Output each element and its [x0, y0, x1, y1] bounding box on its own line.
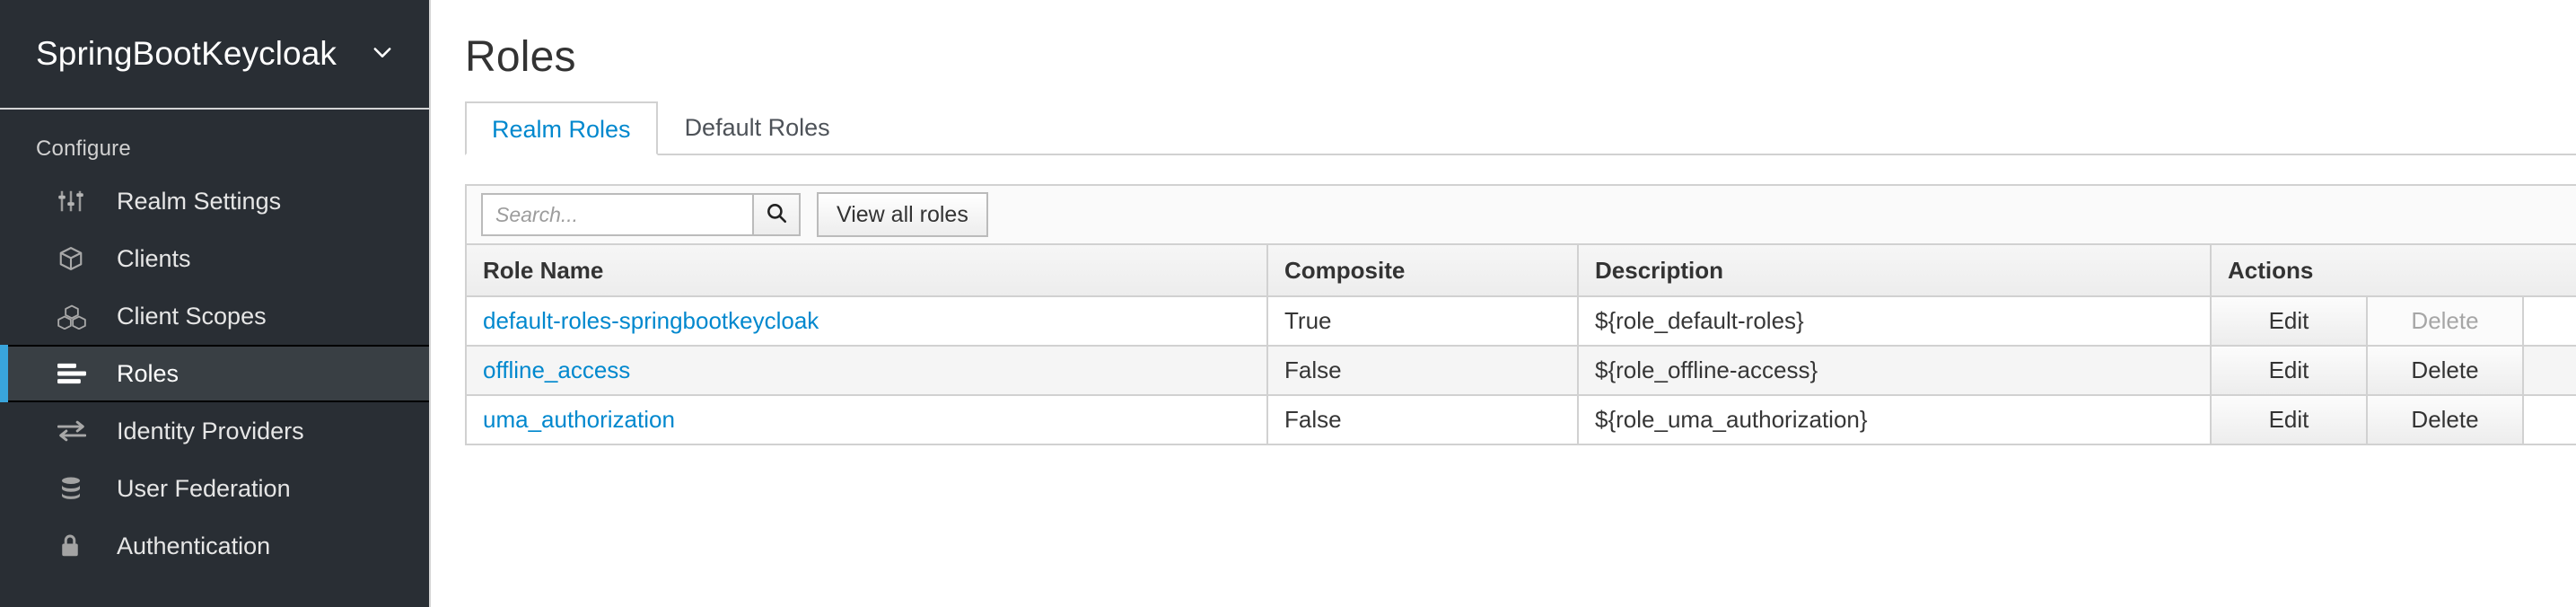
- cell-role-name: offline_access: [466, 346, 1267, 395]
- cubes-icon: [57, 303, 93, 330]
- exchange-arrows-icon: [57, 419, 93, 443]
- cell-actions: Edit Delete: [2211, 296, 2576, 346]
- cell-composite: True: [1267, 296, 1578, 346]
- column-header-actions: Actions: [2211, 244, 2576, 296]
- roles-table: Role Name Composite Description Actions …: [465, 243, 2576, 445]
- sidebar-item-label: Identity Providers: [117, 418, 304, 445]
- delete-button[interactable]: Delete: [2368, 347, 2524, 394]
- table-body: default-roles-springbootkeycloak True ${…: [466, 296, 2576, 444]
- sidebar: SpringBootKeycloak Configure Realm Setti…: [0, 0, 429, 607]
- column-header-composite[interactable]: Composite: [1267, 244, 1578, 296]
- lock-icon: [57, 532, 93, 559]
- cell-description: ${role_uma_authorization}: [1578, 395, 2211, 444]
- role-name-link[interactable]: uma_authorization: [483, 406, 675, 433]
- role-name-link[interactable]: default-roles-springbootkeycloak: [483, 307, 819, 334]
- sidebar-item-label: Authentication: [117, 532, 270, 560]
- role-name-link[interactable]: offline_access: [483, 356, 630, 383]
- sidebar-item-label: Client Scopes: [117, 303, 267, 330]
- column-header-description[interactable]: Description: [1578, 244, 2211, 296]
- tab-default-roles[interactable]: Default Roles: [658, 100, 857, 154]
- database-icon: [57, 475, 93, 502]
- table-header-row: Role Name Composite Description Actions: [466, 244, 2576, 296]
- sidebar-item-identity-providers[interactable]: Identity Providers: [0, 402, 429, 460]
- column-header-role-name[interactable]: Role Name: [466, 244, 1267, 296]
- main-content: Roles Realm Roles Default Roles View all…: [429, 0, 2576, 607]
- table-row: default-roles-springbootkeycloak True ${…: [466, 296, 2576, 346]
- cell-actions: Edit Delete: [2211, 346, 2576, 395]
- search-icon: [765, 201, 788, 229]
- realm-name: SpringBootKeycloak: [36, 35, 337, 73]
- cell-description: ${role_offline-access}: [1578, 346, 2211, 395]
- search-button[interactable]: [752, 193, 801, 236]
- cell-role-name: default-roles-springbootkeycloak: [466, 296, 1267, 346]
- table-row: offline_access False ${role_offline-acce…: [466, 346, 2576, 395]
- actions-group: Edit Delete: [2212, 297, 2576, 345]
- page-title: Roles: [465, 32, 2576, 82]
- sidebar-item-clients[interactable]: Clients: [0, 230, 429, 287]
- list-bars-icon: [57, 362, 93, 385]
- cell-actions: Edit Delete: [2211, 395, 2576, 444]
- sidebar-item-authentication[interactable]: Authentication: [0, 517, 429, 575]
- sidebar-item-user-federation[interactable]: User Federation: [0, 460, 429, 517]
- table-head: Role Name Composite Description Actions: [466, 244, 2576, 296]
- chevron-down-icon: [370, 40, 395, 69]
- sidebar-nav: Realm Settings Clients Client Scopes Rol…: [0, 172, 429, 575]
- cell-role-name: uma_authorization: [466, 395, 1267, 444]
- cell-composite: False: [1267, 395, 1578, 444]
- nav-section-title: Configure: [0, 110, 429, 172]
- cell-description: ${role_default-roles}: [1578, 296, 2211, 346]
- actions-group: Edit Delete: [2212, 396, 2576, 444]
- realm-selector[interactable]: SpringBootKeycloak: [0, 0, 429, 110]
- sidebar-item-roles[interactable]: Roles: [0, 345, 429, 402]
- edit-button[interactable]: Edit: [2212, 396, 2368, 444]
- delete-button: Delete: [2368, 297, 2524, 345]
- search-input[interactable]: [481, 193, 752, 236]
- search-group: [481, 193, 801, 236]
- table-row: uma_authorization False ${role_uma_autho…: [466, 395, 2576, 444]
- edit-button[interactable]: Edit: [2212, 347, 2368, 394]
- toolbar-left-group: View all roles: [481, 192, 988, 237]
- sidebar-item-label: User Federation: [117, 475, 291, 503]
- cell-composite: False: [1267, 346, 1578, 395]
- table-toolbar: View all roles Add Role: [465, 184, 2576, 243]
- sidebar-item-client-scopes[interactable]: Client Scopes: [0, 287, 429, 345]
- sidebar-item-realm-settings[interactable]: Realm Settings: [0, 172, 429, 230]
- sidebar-item-label: Realm Settings: [117, 188, 281, 216]
- tab-bar: Realm Roles Default Roles: [465, 101, 2576, 155]
- keycloak-admin-console: SpringBootKeycloak Configure Realm Setti…: [0, 0, 2576, 607]
- view-all-roles-button[interactable]: View all roles: [817, 192, 988, 237]
- tab-realm-roles[interactable]: Realm Roles: [465, 101, 658, 155]
- cube-icon: [57, 245, 93, 272]
- sidebar-item-label: Clients: [117, 245, 191, 273]
- sliders-icon: [57, 188, 93, 215]
- edit-button[interactable]: Edit: [2212, 297, 2368, 345]
- actions-group: Edit Delete: [2212, 347, 2576, 394]
- sidebar-item-label: Roles: [117, 360, 179, 388]
- delete-button[interactable]: Delete: [2368, 396, 2524, 444]
